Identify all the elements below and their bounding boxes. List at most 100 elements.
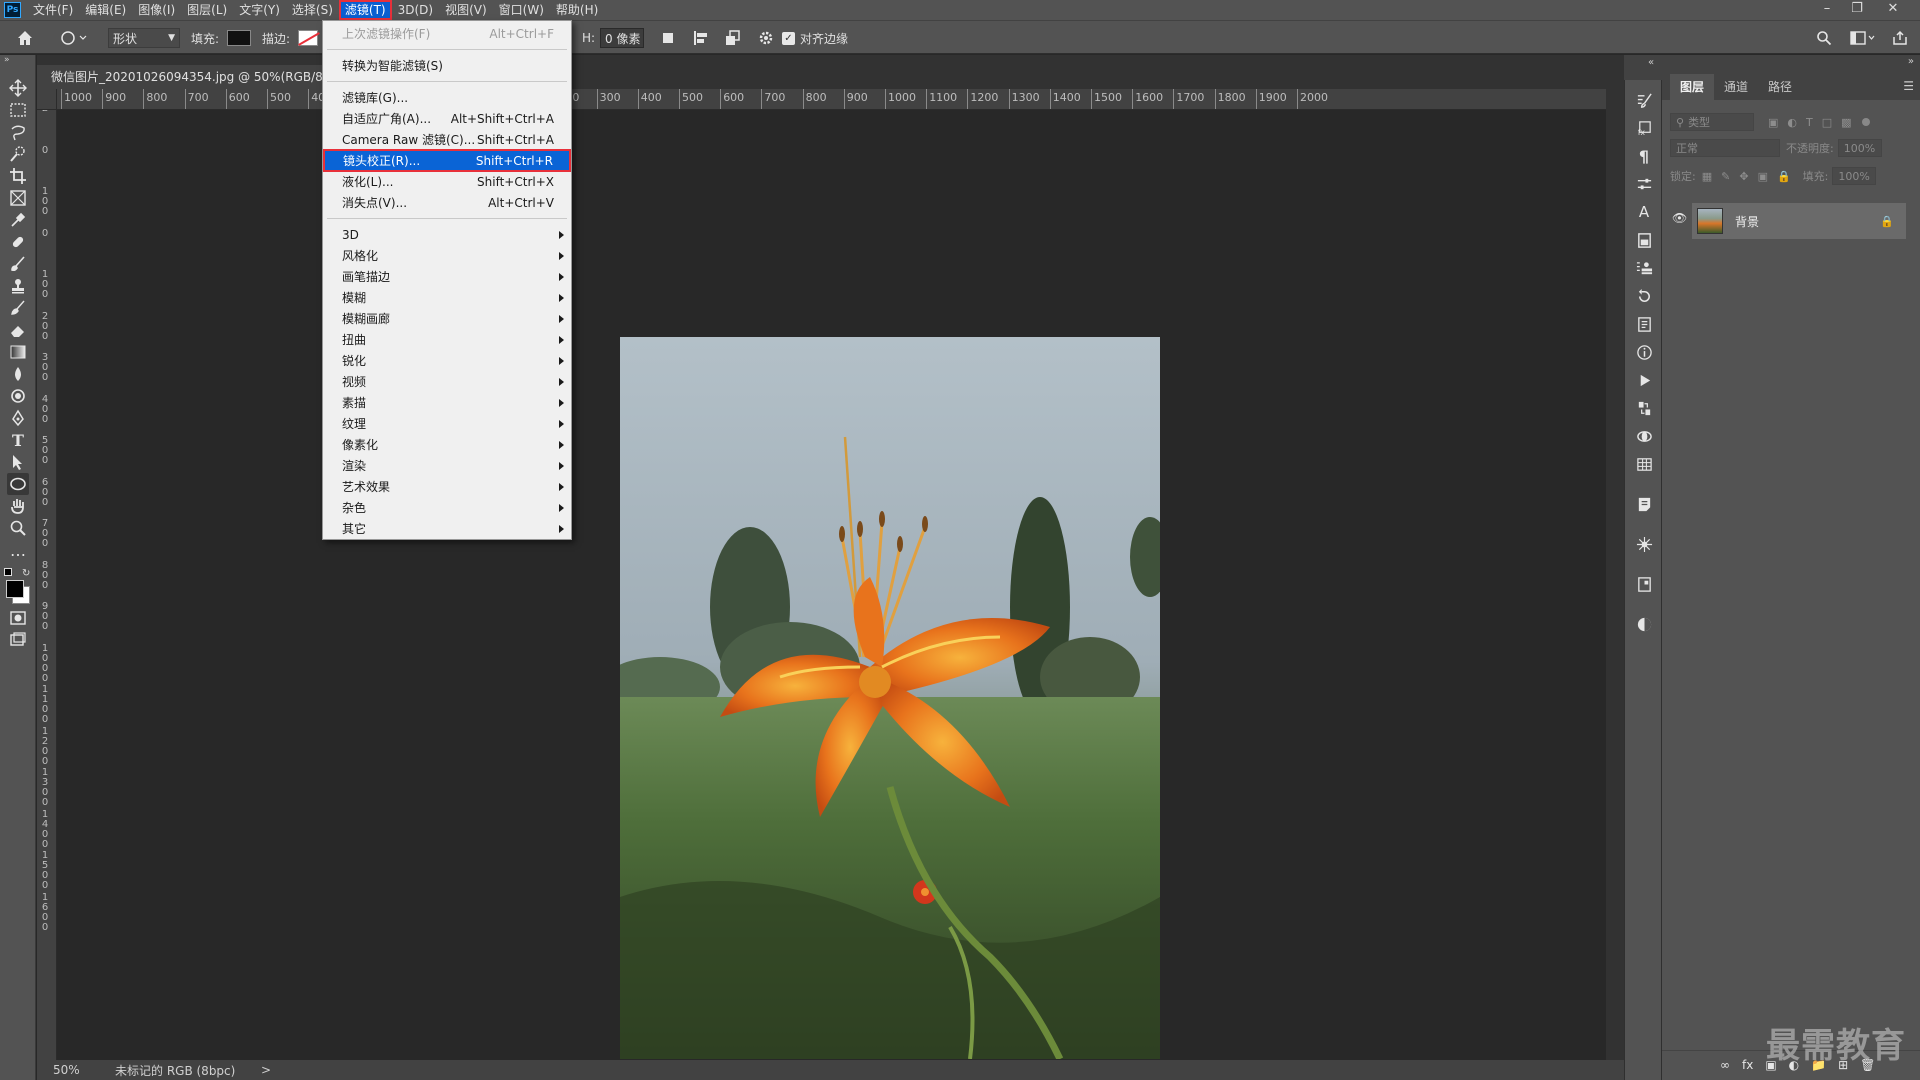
gradient-tool-icon[interactable] xyxy=(7,341,29,363)
blur-tool-icon[interactable] xyxy=(7,363,29,385)
filter-menu-item[interactable]: 3D xyxy=(323,224,571,245)
menu-item[interactable]: 文字(Y) xyxy=(233,0,286,20)
filter-menu-item[interactable]: 素描 xyxy=(323,392,571,413)
filter-menu-item[interactable]: Camera Raw 滤镜(C)... Shift+Ctrl+A xyxy=(323,129,571,150)
3d-icon[interactable] xyxy=(1634,426,1654,446)
filter-menu-item[interactable]: 自适应广角(A)... Alt+Shift+Ctrl+A xyxy=(323,108,571,129)
type-tool-icon[interactable]: T xyxy=(7,429,29,451)
height-input[interactable]: 0 像素 xyxy=(600,21,644,55)
filter-menu-item[interactable]: 渲染 xyxy=(323,455,571,476)
eye-icon[interactable]: 👁 xyxy=(1672,211,1687,225)
clone-source-icon[interactable] xyxy=(1634,258,1654,278)
tab-paths[interactable]: 路径 xyxy=(1758,74,1802,100)
menu-item[interactable]: 帮助(H) xyxy=(550,0,604,20)
color-wheel-icon[interactable] xyxy=(1634,614,1654,634)
menu-item[interactable]: 视图(V) xyxy=(439,0,493,20)
filter-shape-icon[interactable]: □ xyxy=(1822,116,1832,129)
move-tool-icon[interactable] xyxy=(7,77,29,99)
lock-artboard-icon[interactable]: ▣ xyxy=(1758,170,1768,183)
filter-type-icon[interactable]: T xyxy=(1806,116,1813,129)
collapse-panels-icon[interactable]: « xyxy=(1648,57,1654,68)
paragraph-icon[interactable]: ¶ xyxy=(1634,146,1654,166)
filter-menu-item[interactable]: 纹理 xyxy=(323,413,571,434)
tab-layers[interactable]: 图层 xyxy=(1670,74,1715,100)
filter-toggle-icon[interactable] xyxy=(1861,118,1870,126)
navigator-icon[interactable] xyxy=(1634,534,1654,554)
filter-menu-item[interactable]: 模糊画廊 xyxy=(323,308,571,329)
workspace-icon[interactable] xyxy=(1850,21,1876,55)
eraser-tool-icon[interactable] xyxy=(7,319,29,341)
filter-menu-item[interactable]: 画笔描边 xyxy=(323,266,571,287)
status-menu-arrow[interactable]: > xyxy=(261,1063,271,1077)
path-arrangement-icon[interactable] xyxy=(724,21,742,55)
filter-menu-item[interactable]: 扭曲 xyxy=(323,329,571,350)
fill-input[interactable]: 100% xyxy=(1832,167,1877,185)
dodge-tool-icon[interactable] xyxy=(7,385,29,407)
filter-menu-item[interactable]: 滤镜库(G)... xyxy=(323,87,571,108)
filter-menu-item[interactable]: 其它 xyxy=(323,518,571,539)
adjustments-icon[interactable] xyxy=(1634,174,1654,194)
zoom-tool-icon[interactable] xyxy=(7,517,29,539)
vertical-scrollbar[interactable] xyxy=(1606,89,1624,1060)
lock-transparent-icon[interactable]: ▦ xyxy=(1702,170,1712,183)
share-icon[interactable] xyxy=(1892,21,1908,55)
history-icon[interactable] xyxy=(1634,286,1654,306)
libraries-icon[interactable] xyxy=(1634,230,1654,250)
minimize-icon[interactable]: – xyxy=(1812,0,1842,20)
collapse-icon[interactable]: » xyxy=(1908,56,1914,67)
path-selection-tool-icon[interactable] xyxy=(7,451,29,473)
lasso-tool-icon[interactable] xyxy=(7,121,29,143)
collapse-toolbar-icon[interactable]: » xyxy=(4,55,10,65)
panel-collapse-bar[interactable]: « xyxy=(1624,55,1662,80)
filter-menu-item[interactable]: 镜头校正(R)... Shift+Ctrl+R xyxy=(323,149,571,172)
path-operations-icon[interactable] xyxy=(660,21,676,55)
home-icon[interactable] xyxy=(16,21,34,55)
close-icon[interactable]: ✕ xyxy=(1878,0,1908,20)
menu-item[interactable]: 3D(D) xyxy=(392,0,439,20)
align-edges-checkbox[interactable]: ✓ 对齐边缘 xyxy=(782,21,848,55)
menu-item[interactable]: 滤镜(T) xyxy=(338,0,392,20)
quick-selection-tool-icon[interactable] xyxy=(7,143,29,165)
color-swatches[interactable]: ↻ xyxy=(4,568,32,604)
more-tools-icon[interactable]: … xyxy=(7,539,29,561)
add-style-icon[interactable]: fx xyxy=(1742,1058,1753,1072)
filter-menu-item[interactable]: 消失点(V)... Alt+Ctrl+V xyxy=(323,192,571,213)
export-icon[interactable] xyxy=(1634,574,1654,594)
menu-item[interactable]: 窗口(W) xyxy=(493,0,550,20)
filter-menu-item[interactable]: 模糊 xyxy=(323,287,571,308)
filter-menu-item[interactable]: 杂色 xyxy=(323,497,571,518)
swatches-grid-icon[interactable] xyxy=(1634,454,1654,474)
blend-mode-select[interactable]: 正常 xyxy=(1670,139,1780,157)
pen-tool-icon[interactable] xyxy=(7,407,29,429)
opacity-input[interactable]: 100% xyxy=(1837,139,1882,157)
character-icon[interactable]: A xyxy=(1634,202,1654,222)
brush-tool-icon[interactable] xyxy=(7,253,29,275)
notes-icon[interactable] xyxy=(1634,494,1654,514)
filter-smart-object-icon[interactable]: ▩ xyxy=(1841,116,1851,129)
canvas-area[interactable] xyxy=(57,111,1603,1060)
filter-adjustment-icon[interactable]: ◐ xyxy=(1787,116,1797,129)
hand-tool-icon[interactable] xyxy=(7,495,29,517)
ellipse-tool-icon[interactable] xyxy=(7,473,29,495)
panel-menu-icon[interactable]: ☰ xyxy=(1903,79,1914,93)
screen-mode-icon[interactable] xyxy=(7,629,29,651)
tab-channels[interactable]: 通道 xyxy=(1714,74,1758,100)
filter-pixel-icon[interactable]: ▣ xyxy=(1768,116,1778,129)
menu-item[interactable]: 文件(F) xyxy=(27,0,79,20)
menu-item[interactable]: 图层(L) xyxy=(181,0,233,20)
eyedropper-tool-icon[interactable] xyxy=(7,209,29,231)
menu-item[interactable]: 编辑(E) xyxy=(79,0,132,20)
shape-mode-select[interactable]: 形状 ▼ xyxy=(108,21,180,55)
lock-paint-icon[interactable]: ✎ xyxy=(1721,170,1730,183)
clone-stamp-tool-icon[interactable] xyxy=(7,275,29,297)
restore-icon[interactable]: ❐ xyxy=(1842,0,1872,20)
frame-tool-icon[interactable] xyxy=(7,187,29,209)
stroke-swatch[interactable] xyxy=(298,21,320,55)
actions-play-icon[interactable] xyxy=(1634,370,1654,390)
filter-menu-item[interactable]: 锐化 xyxy=(323,350,571,371)
filter-menu-item[interactable]: 转换为智能滤镜(S) xyxy=(323,55,571,76)
document-tab[interactable]: 微信图片_20201026094354.jpg @ 50%(RGB/8#) xyxy=(37,65,327,89)
ellipse-tool-preset-icon[interactable] xyxy=(60,21,90,55)
path-alignment-icon[interactable] xyxy=(692,21,710,55)
brush-settings-icon[interactable] xyxy=(1634,90,1654,110)
